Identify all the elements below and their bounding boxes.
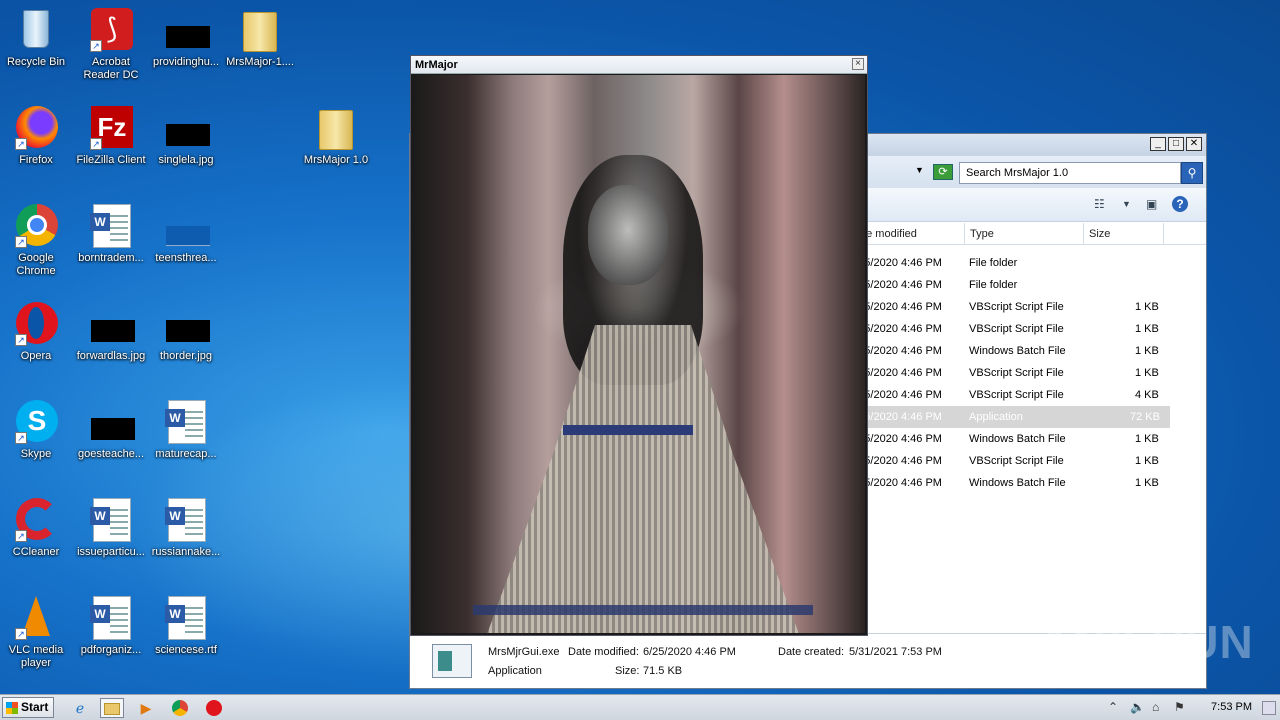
chrome-icon: ↗ <box>13 202 59 248</box>
search-icon[interactable]: ⚲ <box>1181 162 1203 184</box>
desktop-icon-borntradem[interactable]: W borntradem... <box>75 202 147 265</box>
preview-pane-icon[interactable]: ▣ <box>1146 197 1157 211</box>
image-thumbnail-icon <box>163 6 210 52</box>
column-type[interactable]: Type <box>965 223 1084 245</box>
mrmajor-window[interactable]: MrMajor × <box>410 55 868 636</box>
image-thumbnail-icon <box>88 398 135 444</box>
desktop-icon-recycle-bin[interactable]: Recycle Bin <box>0 6 72 69</box>
details-size: 71.5 KB <box>643 665 683 677</box>
image-thumbnail-icon <box>163 104 210 150</box>
refresh-button[interactable]: ⟳ <box>933 164 953 180</box>
desktop-icon-maturecap[interactable]: W maturecap... <box>150 398 222 461</box>
desktop-icon-goesteache[interactable]: goesteache... <box>75 398 147 461</box>
opera-taskbar-icon[interactable] <box>202 698 226 718</box>
details-size-label: Size: <box>615 665 640 677</box>
image-thumbnail-icon <box>163 202 210 248</box>
image-thumbnail-icon <box>88 300 135 346</box>
explorer-taskbar-icon[interactable] <box>100 698 124 718</box>
network-icon[interactable]: ⌂ <box>1152 700 1159 714</box>
details-kind: Application <box>488 665 542 677</box>
folder-icon <box>313 104 359 150</box>
show-hidden-icons-icon[interactable]: ⌃ <box>1108 700 1118 714</box>
system-tray: ⌃ 🔈 ⌂ ⚑ 7:53 PM <box>1100 695 1280 720</box>
ccleaner-icon: ↗ <box>13 496 59 542</box>
watermark-logo: ANY RUN <box>1038 616 1254 668</box>
mrmajor-titlebar[interactable]: MrMajor × <box>411 56 867 74</box>
clock[interactable]: 7:53 PM <box>1211 701 1252 713</box>
details-date-created-label: Date created: <box>778 646 845 658</box>
desktop-icon-google-chrome[interactable]: ↗ Google Chrome <box>0 202 72 278</box>
close-button[interactable]: ✕ <box>1186 137 1202 151</box>
taskbar: Start ℯ ▶ ⌃ 🔈 ⌂ ⚑ 7:53 PM <box>0 694 1280 720</box>
view-dropdown-icon[interactable]: ▼ <box>1122 199 1131 209</box>
action-center-flag-icon[interactable]: ⚑ <box>1174 700 1185 714</box>
desktop-icon-sciencese[interactable]: W sciencese.rtf <box>150 594 222 657</box>
close-icon[interactable]: × <box>852 58 864 70</box>
desktop-icon-mrsmajor-folder[interactable]: MrsMajor 1.0 <box>300 104 372 167</box>
desktop-icon-forwardlas[interactable]: forwardlas.jpg <box>75 300 147 363</box>
internet-explorer-icon[interactable]: ℯ <box>68 698 92 718</box>
image-thumbnail-icon <box>163 300 210 346</box>
show-desktop-button[interactable] <box>1262 701 1276 715</box>
doll-image <box>413 75 865 633</box>
address-dropdown-icon[interactable]: ▼ <box>915 165 924 175</box>
start-button[interactable]: Start <box>2 697 54 718</box>
folder-icon <box>237 6 283 52</box>
desktop-icon-filezilla[interactable]: Fz ↗ FileZilla Client <box>75 104 147 167</box>
word-document-icon: W <box>163 398 209 444</box>
minimize-button[interactable]: _ <box>1150 137 1166 151</box>
filezilla-icon: Fz ↗ <box>88 104 134 150</box>
desktop-icon-opera[interactable]: ↗ Opera <box>0 300 72 363</box>
desktop-icon-acrobat[interactable]: ⟆ ↗ Acrobat Reader DC <box>75 6 147 82</box>
details-date-modified-label: Date modified: <box>568 646 639 658</box>
desktop-icon-ccleaner[interactable]: ↗ CCleaner <box>0 496 72 559</box>
desktop-icon-russiannake[interactable]: W russiannake... <box>150 496 222 559</box>
desktop-icon-mrsmajor-zip[interactable]: MrsMajor-1.... <box>224 6 296 69</box>
details-date-modified: 6/25/2020 4:46 PM <box>643 646 736 658</box>
desktop-icon-issueparticu[interactable]: W issueparticu... <box>75 496 147 559</box>
desktop-icon-singlela[interactable]: singlela.jpg <box>150 104 222 167</box>
details-date-created: 5/31/2021 7:53 PM <box>849 646 942 658</box>
word-document-icon: W <box>163 496 209 542</box>
desktop-icon-providinghu[interactable]: providinghu... <box>150 6 222 69</box>
help-icon[interactable]: ? <box>1172 196 1188 212</box>
desktop-icon-teensthrea[interactable]: teensthrea... <box>150 202 222 265</box>
opera-icon: ↗ <box>13 300 59 346</box>
word-document-icon: W <box>88 202 134 248</box>
desktop-icon-skype[interactable]: S ↗ Skype <box>0 398 72 461</box>
word-document-icon: W <box>88 496 134 542</box>
recycle-bin-icon <box>13 6 59 52</box>
desktop-icon-thorder[interactable]: thorder.jpg <box>150 300 222 363</box>
details-filename: MrsMjrGui.exe <box>488 646 560 658</box>
chrome-taskbar-icon[interactable] <box>168 698 192 718</box>
desktop-icon-pdforganiz[interactable]: W pdforganiz... <box>75 594 147 657</box>
column-size[interactable]: Size <box>1084 223 1164 245</box>
firefox-icon: ↗ <box>13 104 59 150</box>
vlc-icon: ↗ <box>13 594 59 640</box>
view-options-icon[interactable]: ☷ <box>1094 197 1105 211</box>
volume-icon[interactable]: 🔈 <box>1130 700 1145 714</box>
search-input[interactable]: Search MrsMajor 1.0 <box>959 162 1181 184</box>
word-document-icon: W <box>163 594 209 640</box>
application-file-icon <box>432 644 472 678</box>
desktop-icon-firefox[interactable]: ↗ Firefox <box>0 104 72 167</box>
acrobat-icon: ⟆ ↗ <box>88 6 134 52</box>
mrmajor-title: MrMajor <box>415 59 458 71</box>
maximize-button[interactable]: □ <box>1168 137 1184 151</box>
desktop-icon-vlc[interactable]: ↗ VLC media player <box>0 594 72 670</box>
word-document-icon: W <box>88 594 134 640</box>
skype-icon: S ↗ <box>13 398 59 444</box>
media-player-icon[interactable]: ▶ <box>134 698 158 718</box>
